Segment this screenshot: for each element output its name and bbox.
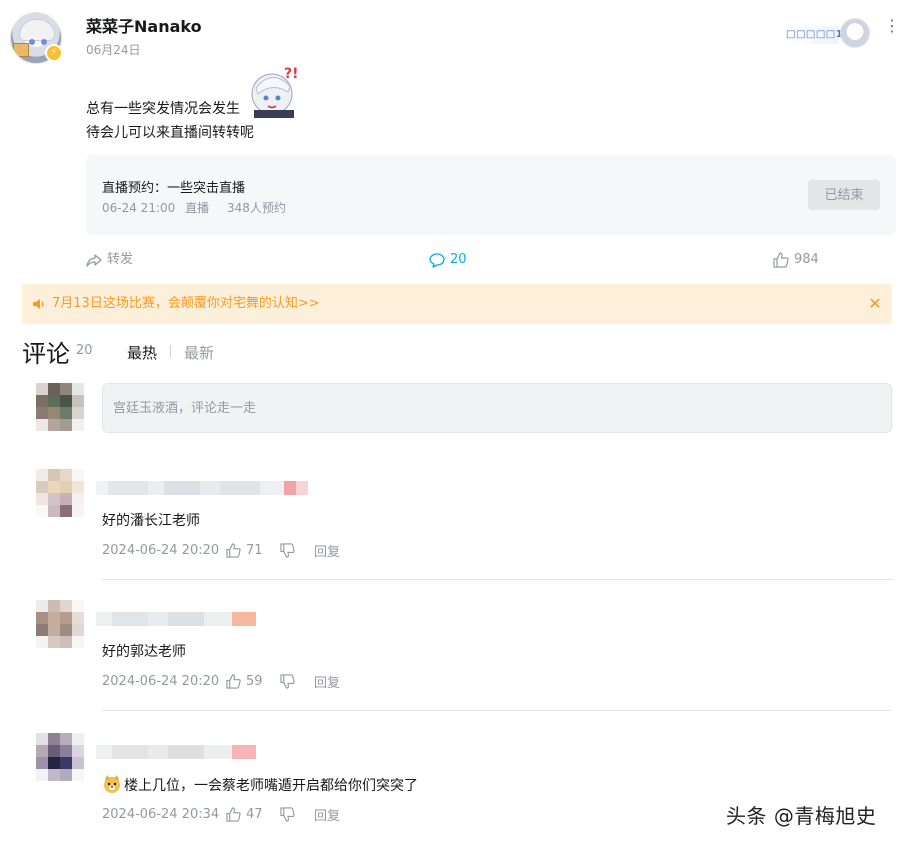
comment-content: 楼上几位，一会蔡老师嘴遁开启都给你们突突了 (102, 774, 418, 795)
close-icon[interactable]: ✕ (866, 284, 884, 324)
commenter-avatar[interactable] (36, 469, 84, 517)
comment-dislike-button[interactable] (280, 542, 314, 558)
comment-section-count: 20 (76, 343, 93, 358)
commenter-avatar[interactable] (36, 600, 84, 648)
forward-icon (86, 254, 102, 267)
ended-button[interactable]: 已结束 (808, 180, 880, 210)
thumbs-up-icon (226, 542, 241, 558)
comment-like-count: 71 (246, 542, 263, 558)
comment-item: 好的潘长江老师 2024-06-24 20:20 71 回复 (0, 469, 918, 601)
comment-time: 2024-06-24 20:20 (102, 673, 220, 689)
post-text: 总有一些突发情况会发生 待会儿可以来直播间转转呢 (86, 97, 254, 145)
my-avatar (36, 383, 84, 431)
comment-item: 好的郭达老师 2024-06-24 20:20 59 回复 (0, 600, 918, 732)
thumbs-down-icon (280, 673, 295, 689)
post-text-line: 待会儿可以来直播间转转呢 (86, 125, 254, 141)
comment-like-count: 59 (246, 673, 263, 689)
live-reservations: 348人预约 (226, 201, 286, 215)
comment-content: 好的郭达老师 (102, 644, 186, 660)
live-reservation-card[interactable]: 直播预约：一些突击直播 06-24 21:00 直播 348人预约 已结束 (86, 155, 896, 235)
comment-item: 楼上几位，一会蔡老师嘴遁开启都给你们突突了 2024-06-24 20:34 4… (0, 733, 918, 849)
sticker-image: ?! (251, 66, 299, 118)
sort-new-tab[interactable]: 最新 (184, 342, 214, 363)
comment-input[interactable] (102, 383, 892, 433)
comment-time: 2024-06-24 20:20 (102, 542, 220, 558)
more-options-icon[interactable]: ⋮ (884, 18, 900, 46)
live-title: 直播预约：一些突击直播 (102, 181, 246, 196)
comment-like-button[interactable]: 71 (226, 543, 280, 558)
reply-link[interactable]: 回复 (314, 672, 340, 691)
commenter-name-blurred[interactable] (96, 481, 308, 495)
sort-hot-tab[interactable]: 最热 (127, 342, 157, 363)
post-text-line: 总有一些突发情况会发生 (86, 101, 240, 117)
svg-text:?!: ?! (284, 66, 299, 82)
comment-like-count: 47 (246, 806, 263, 822)
comment-section-title: 评论 (22, 340, 70, 368)
sort-divider (170, 345, 171, 357)
comment-meta: 2024-06-24 20:20 59 回复 (102, 672, 340, 691)
comment-like-button[interactable]: 59 (226, 674, 280, 689)
forward-label: 转发 (107, 252, 134, 267)
comment-dislike-button[interactable] (280, 673, 314, 689)
post-action-bar: 转发 20 984 (86, 248, 896, 272)
thumbs-up-icon (226, 673, 241, 689)
commenter-name-blurred[interactable] (96, 612, 256, 626)
watermark: 头条 @青梅旭史 (726, 804, 877, 828)
comment-content-text: 楼上几位，一会蔡老师嘴遁开启都给你们突突了 (124, 778, 418, 794)
thumbs-up-icon (226, 806, 241, 822)
post-date: 06月24日 (86, 43, 141, 57)
like-count: 984 (794, 252, 819, 267)
live-type: 直播 (185, 201, 210, 215)
avatar-eye (41, 39, 47, 45)
fan-badge[interactable]: □□□□□1 (786, 26, 843, 44)
comment-divider (102, 710, 892, 711)
comment-icon (429, 253, 445, 268)
notice-text[interactable]: 7月13日这场比赛，会颠覆你对宅舞的认知>> (52, 296, 320, 311)
forward-button[interactable]: 转发 (86, 248, 133, 272)
thumbs-down-icon (280, 542, 295, 558)
comment-dislike-button[interactable] (280, 806, 314, 822)
fan-badge-avatar (840, 18, 870, 48)
doge-emoji-icon (104, 775, 120, 793)
comment-like-button[interactable]: 47 (226, 807, 280, 822)
reply-link[interactable]: 回复 (314, 541, 340, 560)
post-header: ⚡ 菜菜子Nanako 06月24日 □□□□□1 ⋮ (0, 0, 918, 70)
comment-count: 20 (450, 252, 467, 267)
avatar-box (13, 43, 29, 57)
comment-time: 2024-06-24 20:34 (102, 806, 220, 822)
thumbs-up-icon (773, 252, 789, 268)
comment-meta: 2024-06-24 20:20 71 回复 (102, 541, 340, 560)
notice-banner[interactable]: 7月13日这场比赛，会颠覆你对宅舞的认知>> ✕ (22, 284, 892, 324)
commenter-name-blurred[interactable] (96, 745, 256, 759)
thumbs-down-icon (280, 806, 295, 822)
live-time: 06-24 21:00 (102, 201, 176, 215)
comment-button[interactable]: 20 (429, 248, 467, 272)
like-button[interactable]: 984 (773, 248, 819, 272)
commenter-avatar[interactable] (36, 733, 84, 781)
username[interactable]: 菜菜子Nanako (86, 13, 202, 37)
comment-section-header: 评论 20 最热 最新 (22, 334, 422, 370)
comment-content: 好的潘长江老师 (102, 513, 200, 529)
comment-meta: 2024-06-24 20:34 47 回复 (102, 805, 340, 824)
comment-divider (102, 579, 892, 580)
reply-link[interactable]: 回复 (314, 805, 340, 824)
live-meta: 06-24 21:00 直播 348人预约 (102, 199, 300, 216)
avatar-hair (19, 19, 55, 41)
avatar-eye (29, 39, 35, 45)
verified-bolt-icon: ⚡ (45, 44, 63, 62)
speaker-icon (33, 299, 44, 309)
